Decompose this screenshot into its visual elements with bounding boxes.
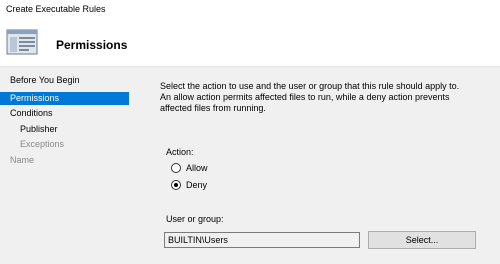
sidebar-item-permissions[interactable]: Permissions	[0, 92, 129, 105]
allow-radio-label[interactable]: Allow	[186, 163, 208, 173]
deny-radio[interactable]	[171, 180, 181, 190]
radio-selected-dot	[174, 183, 178, 187]
user-or-group-label: User or group:	[166, 214, 224, 224]
permissions-description: Select the action to use and the user or…	[160, 81, 460, 113]
deny-radio-label[interactable]: Deny	[186, 180, 207, 190]
window-title: Create Executable Rules	[6, 4, 106, 14]
sidebar-item-conditions[interactable]: Conditions	[0, 107, 129, 120]
page-title: Permissions	[56, 38, 128, 52]
sidebar-item-publisher[interactable]: Publisher	[0, 123, 129, 136]
select-user-button[interactable]: Select...	[368, 231, 476, 249]
sidebar-item-exceptions: Exceptions	[20, 139, 65, 149]
sidebar-item-name: Name	[10, 155, 35, 165]
wizard-page-icon	[6, 29, 38, 55]
title-bar: Create Executable Rules	[0, 0, 500, 20]
allow-radio[interactable]	[171, 163, 181, 173]
permissions-panel: Select the action to use and the user or…	[131, 67, 500, 264]
action-label: Action:	[166, 147, 194, 157]
wizard-steps-sidebar: Before You Begin Permissions Conditions …	[0, 67, 131, 264]
wizard-banner: Permissions	[0, 20, 500, 67]
user-or-group-field[interactable]: BUILTIN\Users	[164, 232, 360, 248]
sidebar-item-before-you-begin[interactable]: Before You Begin	[0, 74, 129, 87]
